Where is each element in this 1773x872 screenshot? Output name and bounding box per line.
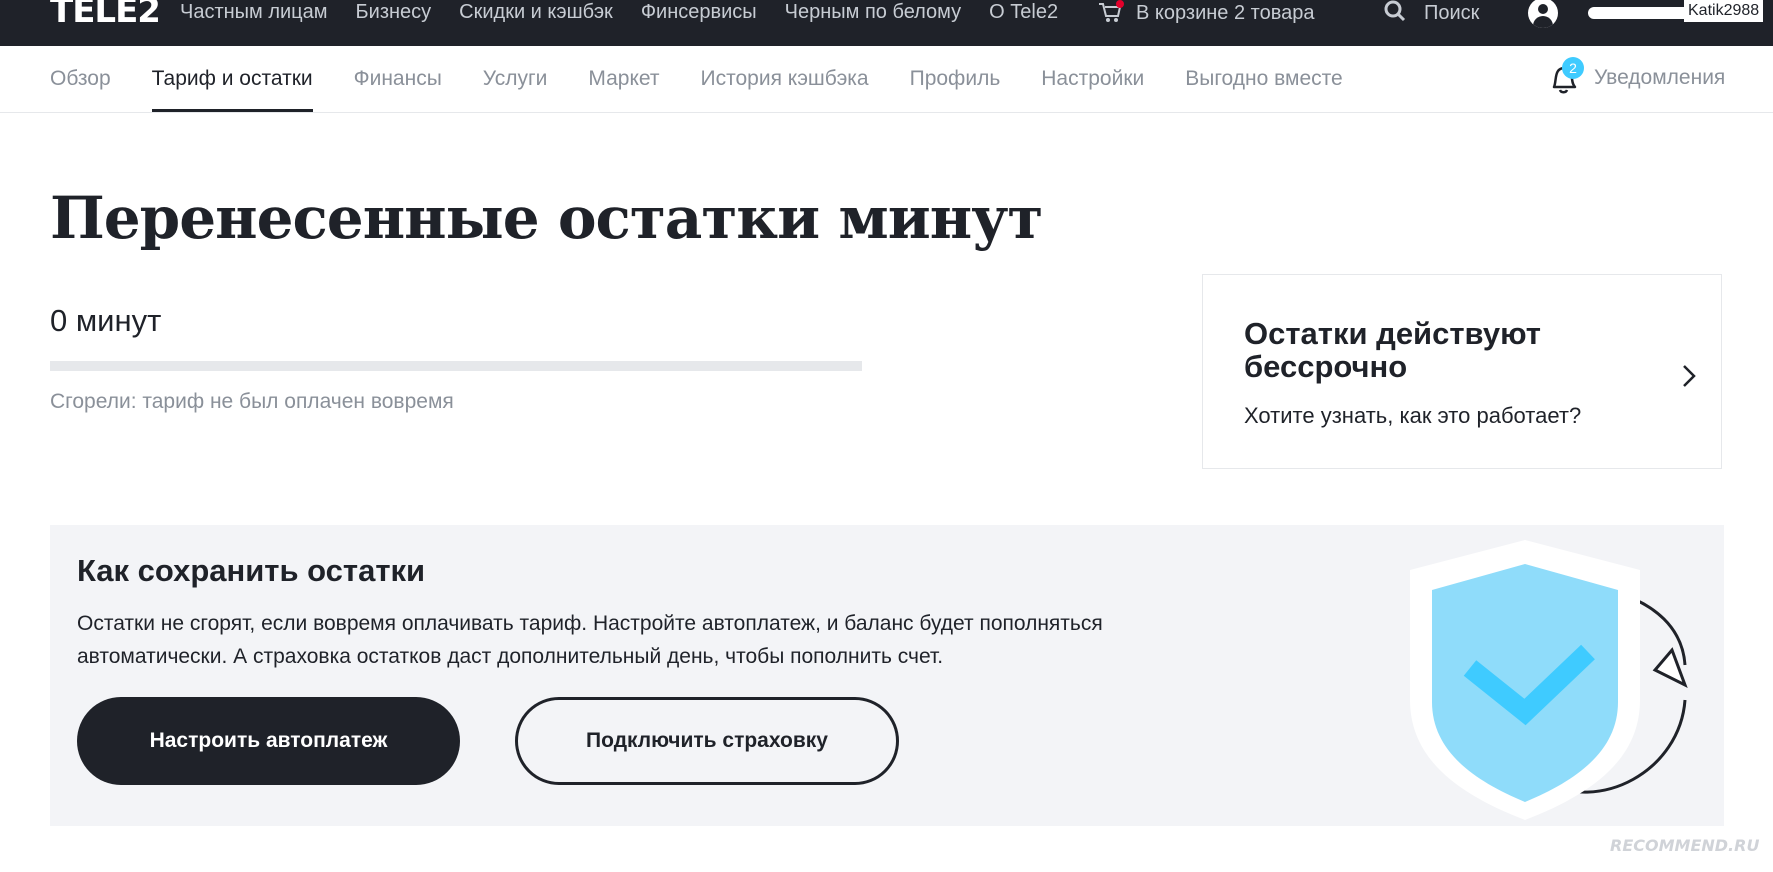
tab-profile[interactable]: Профиль <box>910 46 1001 112</box>
user-menu[interactable] <box>1528 0 1698 28</box>
watermark-username: Katik2988 <box>1684 0 1764 22</box>
minutes-progress-bar <box>50 361 862 371</box>
search-label: Поиск <box>1424 1 1480 24</box>
info-card-title: Остатки действуют бессрочно <box>1244 316 1541 384</box>
tab-better-together[interactable]: Выгодно вместе <box>1185 46 1342 112</box>
shield-check-illustration <box>1410 540 1688 820</box>
chevron-right-icon <box>1681 363 1697 389</box>
unlimited-balances-card[interactable]: Остатки действуют бессрочно Хотите узнат… <box>1202 274 1722 469</box>
masked-phone-number <box>1588 7 1698 19</box>
tab-market[interactable]: Маркет <box>588 46 659 112</box>
account-tabs: Обзор Тариф и остатки Финансы Услуги Мар… <box>50 46 1384 112</box>
page-title: Перенесенные остатки минут <box>50 184 1043 252</box>
top-nav-item-business[interactable]: Бизнесу <box>356 0 432 26</box>
tab-cashback-history[interactable]: История кэшбэка <box>701 46 869 112</box>
tele2-logo[interactable]: TELE2 <box>50 0 161 28</box>
account-subnav: Обзор Тариф и остатки Финансы Услуги Мар… <box>0 46 1773 113</box>
cart-badge-dot <box>1116 0 1124 8</box>
burned-note: Сгорели: тариф не был оплачен вовремя <box>50 390 454 413</box>
top-nav-item-black-on-white[interactable]: Черным по белому <box>785 0 962 26</box>
search-icon <box>1384 0 1406 27</box>
minutes-balance: 0 минут <box>50 303 162 338</box>
tab-settings[interactable]: Настройки <box>1041 46 1144 112</box>
top-bar: TELE2 Частным лицам Бизнесу Скидки и кэш… <box>0 0 1773 46</box>
top-nav-item-discounts[interactable]: Скидки и кэшбэк <box>459 0 613 26</box>
tab-services[interactable]: Услуги <box>483 46 548 112</box>
top-nav-item-private[interactable]: Частным лицам <box>180 0 328 26</box>
tab-overview[interactable]: Обзор <box>50 46 111 112</box>
connect-insurance-button[interactable]: Подключить страховку <box>515 697 899 785</box>
top-nav-item-about[interactable]: О Tele2 <box>989 0 1058 26</box>
tab-finance[interactable]: Финансы <box>354 46 442 112</box>
info-card-subtitle: Хотите узнать, как это работает? <box>1244 403 1582 428</box>
cart-icon <box>1098 0 1124 24</box>
save-section-title: Как сохранить остатки <box>77 553 426 588</box>
notifications-label: Уведомления <box>1594 66 1726 89</box>
cart-label: В корзине 2 товара <box>1136 1 1315 24</box>
user-avatar-icon <box>1528 0 1558 28</box>
notifications-link[interactable]: 2 Уведомления <box>1548 57 1726 98</box>
top-nav-item-finservices[interactable]: Финсервисы <box>641 0 757 26</box>
tab-tariff-and-balances[interactable]: Тариф и остатки <box>151 46 313 112</box>
top-nav: Частным лицам Бизнесу Скидки и кэшбэк Фи… <box>180 0 1086 26</box>
save-section-text: Остатки не сгорят, если вовремя оплачива… <box>77 612 1103 668</box>
bell-icon: 2 <box>1548 57 1584 95</box>
cart-link[interactable]: В корзине 2 товара <box>1098 0 1314 26</box>
search-link[interactable]: Поиск <box>1384 0 1479 26</box>
save-balances-section: Как сохранить остатки Остатки не сгорят,… <box>50 525 1724 826</box>
setup-autopay-button[interactable]: Настроить автоплатеж <box>77 697 460 785</box>
notifications-count-badge: 2 <box>1562 57 1584 79</box>
recommend-watermark: RECOMMEND.RU <box>1610 836 1760 855</box>
